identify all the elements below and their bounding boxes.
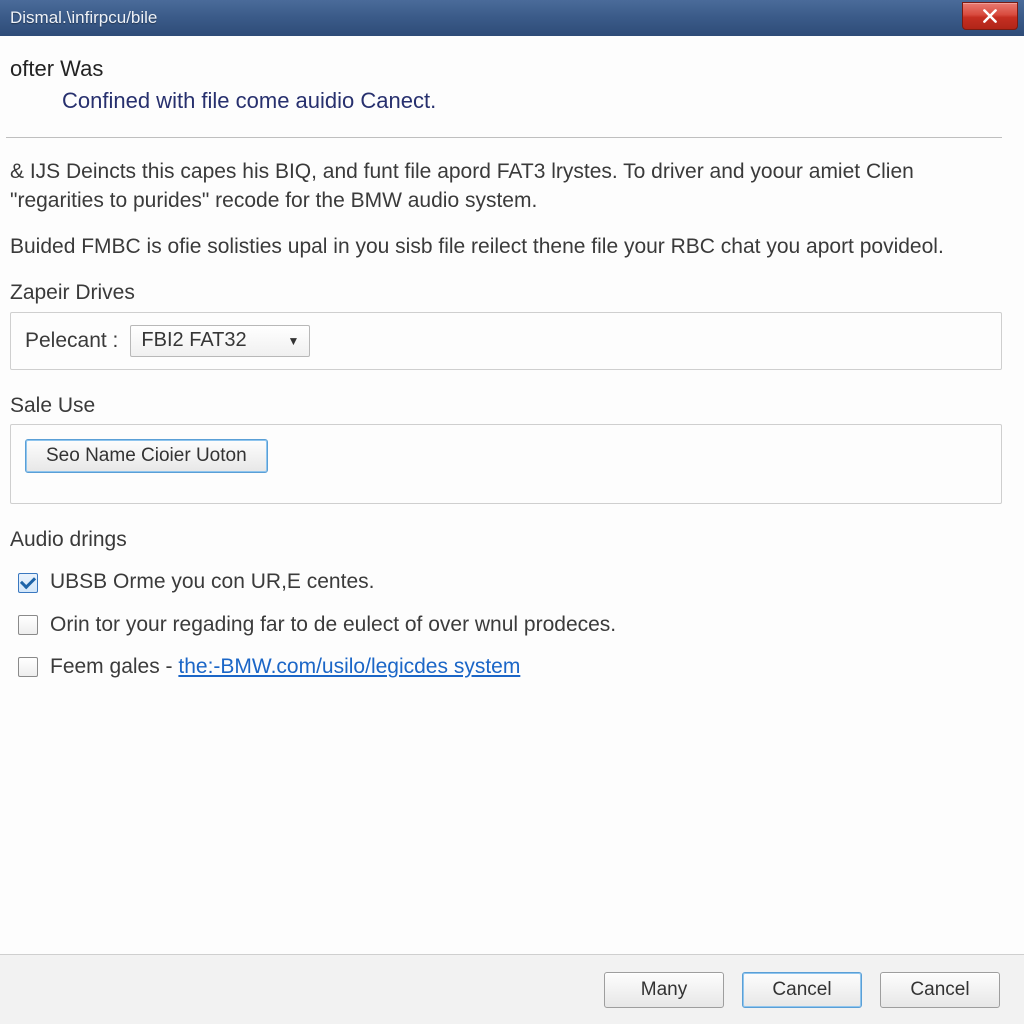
wizard-heading: ofter Was bbox=[6, 54, 1002, 84]
dialog-window: Dismal.\infirpcu/bile ofter Was Confined… bbox=[0, 0, 1024, 1024]
drives-combobox-value: FBI2 FAT32 bbox=[141, 327, 246, 354]
drives-field-label: Pelecant : bbox=[25, 327, 118, 355]
audio-option-2[interactable]: Orin tor your regading far to de eulect … bbox=[10, 611, 1002, 639]
dialog-content: ofter Was Confined with file come auidio… bbox=[0, 36, 1024, 954]
close-button[interactable] bbox=[962, 2, 1018, 30]
chevron-down-icon: ▼ bbox=[288, 333, 300, 349]
window-title: Dismal.\infirpcu/bile bbox=[10, 8, 157, 28]
cancel-button-primary[interactable]: Cancel bbox=[742, 972, 862, 1008]
audio-option-1[interactable]: UBSB Orme you con UR,E centes. bbox=[10, 568, 1002, 596]
sale-use-group-label: Sale Use bbox=[10, 392, 1002, 420]
close-icon bbox=[983, 9, 997, 23]
divider bbox=[6, 137, 1002, 138]
drives-group: Zapeir Drives Pelecant : FBI2 FAT32 ▼ bbox=[6, 279, 1002, 369]
drives-combobox[interactable]: FBI2 FAT32 ▼ bbox=[130, 325, 310, 357]
dialog-footer: Many Cancel Cancel bbox=[0, 954, 1024, 1024]
many-button-label: Many bbox=[641, 979, 687, 1001]
sale-use-group: Sale Use Seo Name Cioier Uoton bbox=[6, 392, 1002, 504]
many-button[interactable]: Many bbox=[604, 972, 724, 1008]
wizard-subtitle: Confined with file come auidio Canect. bbox=[6, 86, 1002, 116]
titlebar[interactable]: Dismal.\infirpcu/bile bbox=[0, 0, 1024, 36]
drives-field-row: Pelecant : FBI2 FAT32 ▼ bbox=[25, 325, 987, 357]
audio-option-1-label: UBSB Orme you con UR,E centes. bbox=[50, 568, 374, 596]
cancel-button-primary-label: Cancel bbox=[772, 979, 831, 1001]
description-paragraph-2: Buided FMBC is ofie solisties upal in yo… bbox=[6, 233, 1002, 261]
seo-name-button-label: Seo Name Cioier Uoton bbox=[46, 443, 247, 469]
description-paragraph-1: & IJS Deincts this capes his BIQ, and fu… bbox=[6, 158, 1002, 215]
audio-option-3[interactable]: Feem gales - the:-BMW.com/usilo/legicdes… bbox=[10, 653, 1002, 681]
audio-option-3-link[interactable]: the:-BMW.com/usilo/legicdes system bbox=[178, 655, 520, 678]
drives-group-box: Pelecant : FBI2 FAT32 ▼ bbox=[10, 312, 1002, 370]
seo-name-button[interactable]: Seo Name Cioier Uoton bbox=[25, 439, 268, 473]
cancel-button-secondary-label: Cancel bbox=[910, 979, 969, 1001]
checkbox-audio-3[interactable] bbox=[18, 657, 38, 677]
sale-use-group-box: Seo Name Cioier Uoton bbox=[10, 424, 1002, 504]
audio-group-label: Audio drings bbox=[10, 526, 1002, 554]
audio-option-2-label: Orin tor your regading far to de eulect … bbox=[50, 611, 616, 639]
checkbox-audio-1[interactable] bbox=[18, 573, 38, 593]
audio-group: Audio drings UBSB Orme you con UR,E cent… bbox=[6, 526, 1002, 681]
cancel-button-secondary[interactable]: Cancel bbox=[880, 972, 1000, 1008]
audio-option-3-prefix: Feem gales - bbox=[50, 655, 178, 678]
checkbox-audio-2[interactable] bbox=[18, 615, 38, 635]
drives-group-label: Zapeir Drives bbox=[10, 279, 1002, 307]
